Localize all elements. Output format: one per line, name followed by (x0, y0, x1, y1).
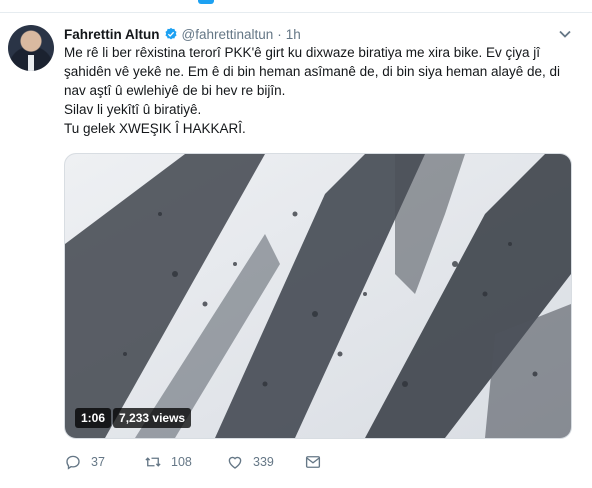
video-info-badge: 1:06 7,233 views (75, 408, 192, 428)
tweet-text-line: Tu gelek XWEŞIK Î HAKKARÎ. (64, 121, 246, 136)
reply-button[interactable]: 37 (64, 453, 105, 471)
video-frame-mountain (65, 154, 571, 438)
active-tab-indicator (198, 0, 214, 4)
author-handle[interactable]: @fahrettinaltun (182, 27, 274, 42)
video-player[interactable]: 1:06 7,233 views (64, 153, 572, 439)
avatar[interactable] (8, 25, 54, 71)
tweet-actions: 37 108 339 (64, 453, 364, 473)
top-divider (0, 0, 592, 13)
retweet-count: 108 (171, 455, 192, 469)
author-name[interactable]: Fahrettin Altun (64, 27, 160, 42)
separator-dot: · (277, 26, 282, 42)
retweet-button[interactable]: 108 (144, 453, 192, 471)
reply-count: 37 (91, 455, 105, 469)
like-button[interactable]: 339 (226, 453, 274, 471)
message-icon (305, 456, 321, 468)
verified-badge-icon (164, 27, 177, 40)
tweet-header: Fahrettin Altun @fahrettinaltun · 1h (64, 25, 301, 43)
like-icon (228, 456, 242, 469)
tweet-text: Me rê li ber rêxistina terorî PKK'ê girt… (64, 43, 574, 138)
retweet-icon (145, 457, 161, 467)
direct-message-button[interactable] (304, 453, 322, 471)
video-views: 7,233 views (113, 408, 192, 428)
chevron-down-icon[interactable] (558, 27, 572, 41)
video-duration: 1:06 (75, 408, 112, 428)
reply-icon (66, 455, 80, 470)
like-count: 339 (253, 455, 274, 469)
tweet[interactable]: Fahrettin Altun @fahrettinaltun · 1h Me … (0, 13, 592, 488)
tweet-timestamp[interactable]: 1h (286, 27, 301, 42)
tweet-text-line: Silav li yekîtî û biratiyê. (64, 102, 202, 117)
tweet-text-line: Me rê li ber rêxistina terorî PKK'ê girt… (64, 45, 561, 98)
